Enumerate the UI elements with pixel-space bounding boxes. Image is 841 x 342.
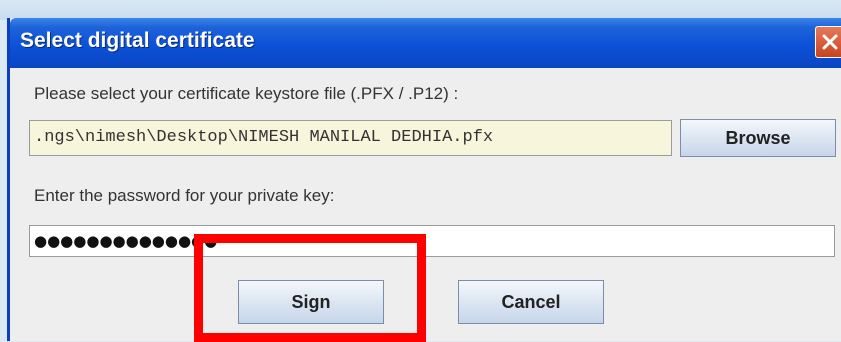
cancel-button[interactable]: Cancel — [458, 280, 604, 324]
highlight-box — [194, 234, 426, 342]
title-bar[interactable]: Select digital certificate — [10, 18, 841, 68]
close-button[interactable] — [815, 26, 841, 58]
dialog-title: Select digital certificate — [20, 29, 255, 52]
password-field[interactable]: ●●●●●●●●●●●●●● — [29, 225, 835, 257]
close-icon — [822, 34, 838, 50]
browse-button[interactable]: Browse — [680, 119, 836, 157]
keystore-path-field[interactable]: .ngs\nimesh\Desktop\NIMESH MANILAL DEDHI… — [29, 120, 672, 156]
keystore-file-label: Please select your certificate keystore … — [34, 84, 459, 103]
password-label: Enter the password for your private key: — [34, 186, 335, 205]
background-strip — [0, 0, 841, 20]
